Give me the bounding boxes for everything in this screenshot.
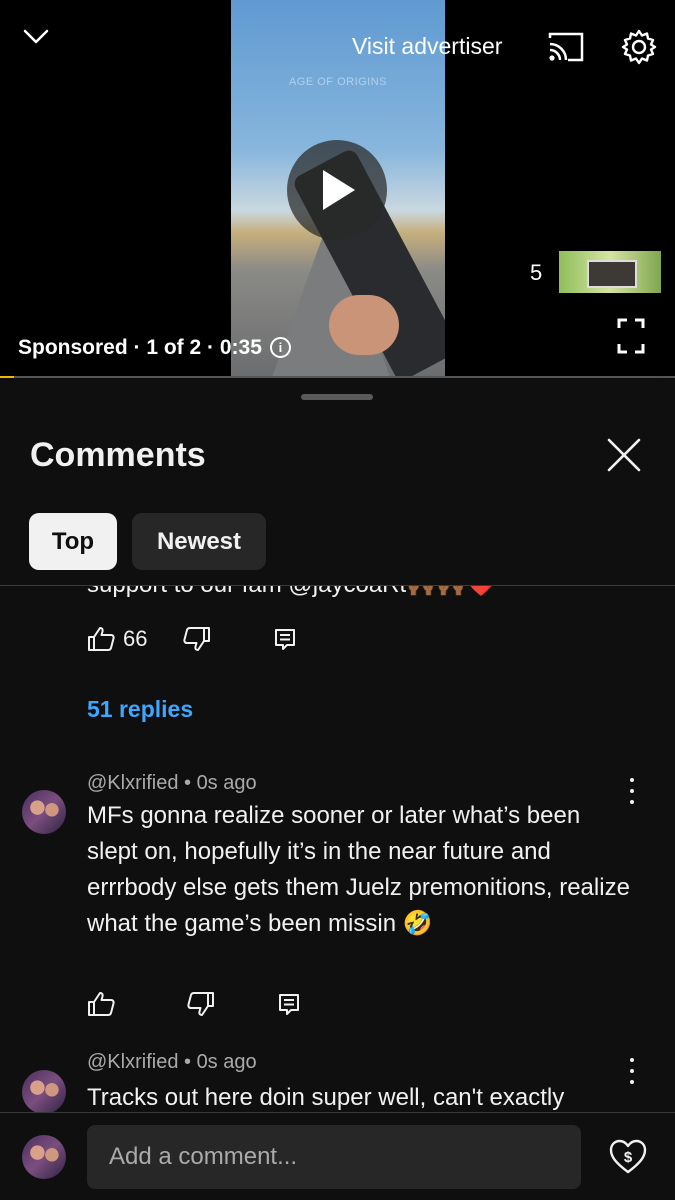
video-watermark: AGE OF ORIGINS <box>288 76 388 88</box>
dislike-button[interactable] <box>187 991 215 1017</box>
comments-sheet: Comments Top Newest support to our fam @… <box>0 380 675 1200</box>
super-thanks-button[interactable]: $ <box>608 1137 648 1177</box>
video-hand <box>329 295 399 355</box>
info-icon[interactable]: i <box>269 337 291 358</box>
reply-button[interactable] <box>277 992 301 1016</box>
cast-icon[interactable] <box>546 30 586 64</box>
ad-skip-countdown: 5 <box>530 260 543 285</box>
sponsored-text: Sponsored · 1 of 2 · 0:35 <box>18 336 262 359</box>
settings-gear-icon[interactable] <box>620 28 658 66</box>
comment-actions <box>87 989 301 1019</box>
comment-meta: @Klxrified • 0s ago <box>87 772 257 795</box>
like-button[interactable]: 66 <box>87 626 147 652</box>
meta-separator: • <box>178 772 197 794</box>
thumbs-up-icon <box>88 992 115 1016</box>
advertiser-thumbnail[interactable] <box>559 251 661 293</box>
avatar[interactable] <box>22 1070 66 1112</box>
visit-advertiser-button[interactable]: Visit advertiser <box>352 33 502 60</box>
sheet-drag-handle[interactable] <box>301 394 373 400</box>
video-player[interactable]: AGE OF ORIGINS Visit advertiser 5 Sponso… <box>0 0 675 378</box>
like-button[interactable] <box>87 991 115 1017</box>
svg-text:$: $ <box>624 1149 633 1166</box>
reply-icon <box>279 994 299 1015</box>
add-comment-input[interactable] <box>87 1125 581 1189</box>
sheet-title: Comments <box>30 436 206 474</box>
reply-icon <box>275 629 296 650</box>
comment-author[interactable]: @Klxrified <box>87 772 178 794</box>
thumbs-down-icon <box>183 627 211 651</box>
like-count: 66 <box>123 626 148 651</box>
comment-author[interactable]: @Klxrified <box>87 1051 178 1073</box>
close-icon <box>607 438 641 472</box>
comments-list[interactable]: support to our fam @jaycoaRt🙌🏾🙌🏾❤️ 66 <box>0 586 675 1112</box>
user-avatar[interactable] <box>22 1135 66 1179</box>
avatar[interactable] <box>22 790 66 834</box>
chevron-down-icon[interactable] <box>22 24 50 48</box>
comment-time: 0s ago <box>196 1051 257 1073</box>
close-button[interactable] <box>604 435 644 475</box>
comment-time: 0s ago <box>196 772 257 794</box>
reply-button[interactable] <box>273 627 297 651</box>
comment-text: Tracks out here doin super well, can't e… <box>87 1084 565 1111</box>
comment-text-partial: support to our fam @jaycoaRt🙌🏾🙌🏾❤️ <box>87 586 496 599</box>
comment-meta: @Klxrified • 0s ago <box>87 1051 257 1074</box>
ad-progress-bar[interactable] <box>0 376 675 378</box>
play-icon <box>323 170 355 210</box>
fullscreen-icon[interactable] <box>617 318 645 354</box>
sponsored-label: Sponsored · 1 of 2 · 0:35 i <box>18 336 291 360</box>
thumbs-down-icon <box>187 992 214 1016</box>
comment-composer: $ <box>0 1112 675 1200</box>
play-button[interactable] <box>287 140 387 240</box>
view-replies-link[interactable]: 51 replies <box>87 696 193 723</box>
tab-top[interactable]: Top <box>29 513 117 570</box>
meta-separator: • <box>178 1051 197 1073</box>
comment-actions: 66 <box>87 624 297 654</box>
comment-text: MFs gonna realize sooner or later what’s… <box>87 802 630 937</box>
dislike-button[interactable] <box>183 626 211 652</box>
thumbs-up-icon <box>88 627 115 651</box>
product-image <box>587 260 637 288</box>
heart-dollar-icon: $ <box>609 1139 647 1174</box>
ad-progress-fill <box>0 376 14 378</box>
tab-newest[interactable]: Newest <box>132 513 266 570</box>
